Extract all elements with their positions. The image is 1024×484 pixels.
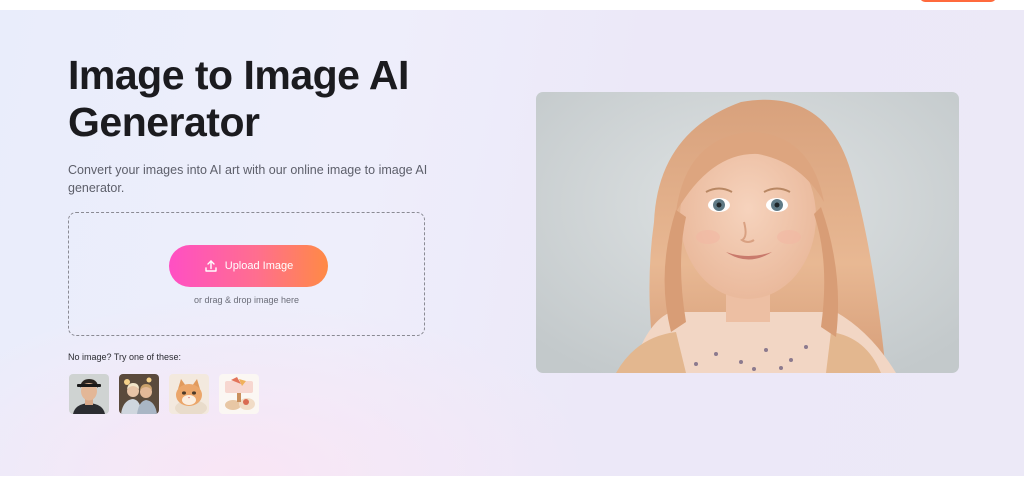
bottom-strip <box>0 476 1024 484</box>
preview-image-smiling-girl <box>536 92 959 373</box>
header-cta-button[interactable] <box>920 0 996 2</box>
page-title: Image to Image AI Generator <box>68 52 488 146</box>
upload-dropzone[interactable]: Upload Image or drag & drop image here <box>68 212 425 336</box>
upload-icon <box>204 259 218 273</box>
page-title-line2: Generator <box>68 99 260 145</box>
upload-image-button-label: Upload Image <box>224 260 294 272</box>
sample-food[interactable] <box>219 374 259 414</box>
sample-images-label: No image? Try one of these: <box>68 352 182 362</box>
top-bar <box>0 0 1024 10</box>
page-subtitle: Convert your images into AI art with our… <box>68 163 428 195</box>
page-title-line1: Image to Image AI <box>68 52 409 98</box>
sample-cat[interactable] <box>169 374 209 414</box>
drag-drop-hint: or drag & drop image here <box>193 295 300 305</box>
upload-image-button[interactable]: Upload Image <box>169 245 328 287</box>
sample-group-photo[interactable] <box>119 374 159 414</box>
sample-portrait-man[interactable] <box>69 374 109 414</box>
